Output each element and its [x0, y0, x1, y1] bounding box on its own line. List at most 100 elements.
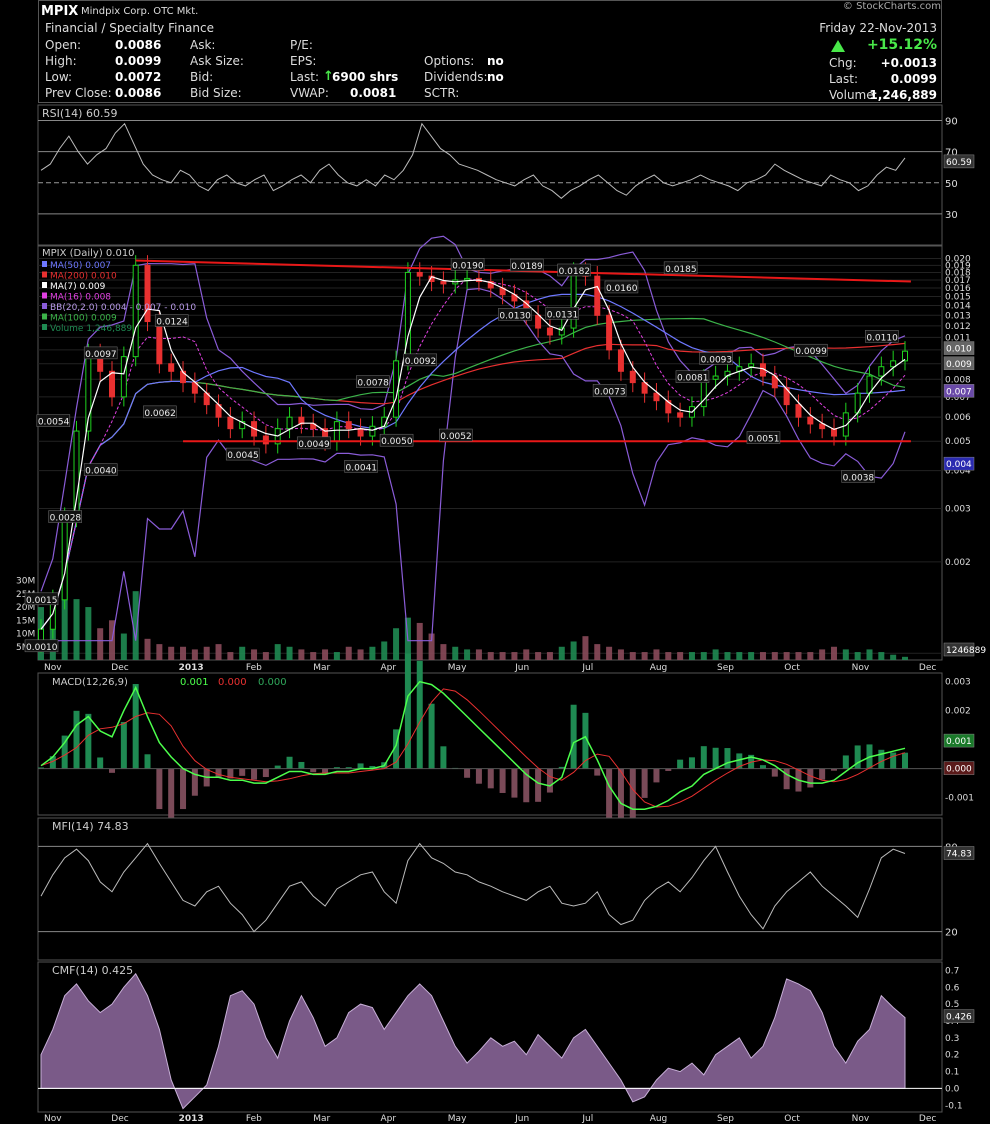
mfi-last-value: 74.83 [946, 850, 972, 860]
volume-bar [617, 649, 624, 660]
price-annotation: 0.0081 [677, 374, 709, 384]
legend-swatch [42, 292, 47, 299]
price-x-tick: Dec [919, 663, 936, 673]
volume-bar [523, 649, 530, 660]
price-annotation: 0.0050 [381, 437, 413, 447]
volume-bar [452, 646, 459, 660]
macd-histogram-bar [168, 768, 175, 821]
volume-bar [239, 646, 246, 660]
candle-body [120, 356, 127, 398]
candle-body [416, 271, 423, 277]
macd-histogram-bar [759, 765, 766, 769]
price-marker: 0.004 [946, 460, 972, 470]
cmf-x-tick: Dec [919, 1114, 936, 1124]
price-annotation: 0.0045 [227, 451, 259, 461]
volume-bar [842, 649, 849, 660]
rsi-last-value: 60.59 [946, 158, 972, 168]
macd-tick-label: 0.002 [945, 707, 971, 717]
volume-bar [653, 649, 660, 660]
volume-bar [180, 646, 187, 660]
volume-bar [203, 646, 210, 660]
price-annotation: 0.0052 [440, 432, 472, 442]
macd-histogram-bar [120, 721, 127, 769]
price-tick-label: 0.006 [945, 413, 971, 423]
mfi-tick-label: 20 [945, 928, 958, 939]
macd-histogram-bar [878, 749, 885, 769]
macd-histogram-bar [546, 768, 553, 793]
candle-body [807, 416, 814, 425]
candle-body [333, 421, 340, 442]
price-annotation: 0.0185 [665, 265, 697, 275]
macd-histogram-bar [819, 768, 826, 780]
macd-histogram-bar [902, 752, 908, 769]
price-annotation: 0.0078 [357, 379, 389, 389]
cmf-tick-label: 0.7 [945, 966, 959, 976]
macd-title-value: 0.000 [258, 677, 287, 688]
cmf-x-tick: 2013 [179, 1114, 204, 1124]
price-annotation: 0.0099 [795, 347, 827, 357]
cmf-title: CMF(14) 0.425 [52, 964, 133, 977]
volume-bar [641, 652, 648, 660]
volume-bar [535, 652, 542, 660]
volume-bar [333, 652, 340, 660]
volume-bar [594, 644, 601, 660]
rsi-tick-label: 50 [945, 179, 958, 190]
price-annotation: 0.0110 [866, 333, 898, 343]
volume-bar [795, 652, 802, 660]
volume-bar [902, 656, 908, 660]
cmf-x-tick: May [448, 1114, 467, 1124]
macd-histogram-bar [700, 746, 707, 769]
macd-signal-last-value: 0.000 [946, 765, 972, 775]
volume-bar [381, 641, 388, 660]
volume-bar [357, 649, 364, 660]
price-annotation: 0.0054 [38, 418, 70, 428]
price-x-tick: Jul [581, 663, 593, 673]
volume-bar [759, 652, 766, 660]
price-annotation: 0.0051 [748, 435, 780, 445]
macd-histogram-bar [85, 713, 92, 769]
macd-histogram-bar [239, 768, 246, 776]
price-x-tick: Nov [852, 663, 870, 673]
volume-bar [688, 652, 695, 660]
technical-charts: 90705030RSI(14) 60.5960.590.0200.0190.01… [16, 104, 986, 1124]
price-annotation: 0.0131 [547, 310, 579, 320]
volume-bar [558, 646, 565, 660]
volume-bar [475, 649, 482, 660]
macd-last-value: 0.001 [946, 737, 972, 747]
price-annotation: 0.0124 [156, 318, 188, 328]
candle-body [168, 363, 175, 372]
price-annotation: 0.0015 [26, 596, 58, 606]
macd-histogram-bar [807, 768, 814, 788]
macd-histogram-bar [487, 768, 494, 789]
macd-histogram-bar [890, 752, 897, 769]
legend-entry: MA(7) 0.009 [50, 282, 106, 292]
cmf-x-tick: Sep [717, 1114, 734, 1124]
candle-body [795, 404, 802, 418]
volume-bar [251, 649, 258, 660]
price-marker: 0.007 [946, 387, 972, 397]
volume-bar [215, 644, 222, 660]
candle-body [109, 370, 116, 398]
cmf-tick-label: 0.5 [945, 1000, 959, 1010]
candle-body [594, 275, 601, 316]
cmf-x-tick: Dec [111, 1114, 128, 1124]
price-tick-label: 0.012 [945, 322, 971, 332]
candle-body [464, 277, 471, 281]
cmf-tick-label: -0.1 [945, 1101, 963, 1111]
price-annotation: 0.0062 [144, 409, 176, 419]
macd-title: MACD(12,26,9) [52, 677, 128, 688]
price-x-tick: 2013 [179, 663, 204, 673]
candle-body [369, 425, 376, 437]
price-title: MPIX (Daily) 0.010 [42, 248, 135, 259]
cmf-tick-label: 0.2 [945, 1051, 959, 1061]
price-annotation: 0.0093 [701, 355, 733, 365]
candle-body [73, 430, 80, 519]
legend-swatch [42, 271, 47, 278]
price-annotation: 0.0041 [346, 463, 378, 473]
candle-body [262, 435, 269, 445]
rsi-tick-label: 30 [945, 210, 958, 221]
price-annotation: 0.0182 [559, 267, 591, 277]
cmf-x-tick: Jun [514, 1114, 529, 1124]
legend-entry: MA(100) 0.009 [50, 314, 117, 324]
macd-histogram-bar [712, 747, 719, 769]
